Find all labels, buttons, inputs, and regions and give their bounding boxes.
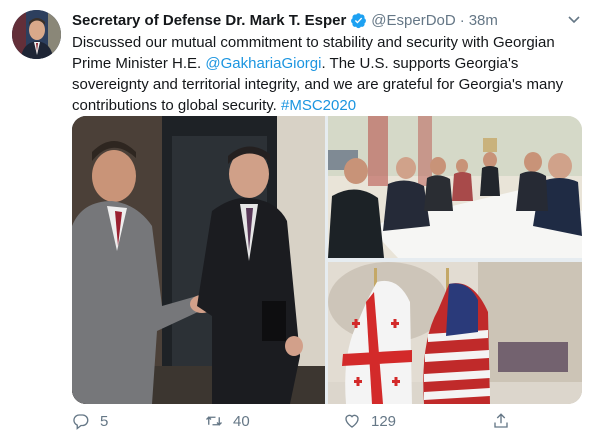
heart-icon <box>345 414 359 428</box>
like-button[interactable]: 129 <box>343 412 396 430</box>
reply-count: 5 <box>100 412 109 430</box>
like-count: 129 <box>371 412 397 430</box>
chevron-down-icon[interactable] <box>567 12 581 26</box>
tweet-text: Discussed our mutual commitment to stabi… <box>72 32 582 116</box>
tweet-header: Secretary of Defense Dr. Mark T. Esper @… <box>72 10 583 30</box>
photo-handshake[interactable] <box>72 116 325 404</box>
avatar[interactable] <box>12 10 61 59</box>
tweet-actions: 5 40 129 <box>72 412 582 432</box>
mention-link[interactable]: @GakhariaGiorgi <box>205 55 321 72</box>
retweet-button[interactable]: 40 <box>205 412 250 430</box>
reply-button[interactable]: 5 <box>72 412 108 430</box>
separator-dot: · <box>459 11 465 29</box>
retweet-icon <box>206 416 222 426</box>
share-icon <box>494 413 508 428</box>
author-name[interactable]: Secretary of Defense Dr. Mark T. Esper <box>72 12 346 29</box>
reply-icon <box>73 414 89 430</box>
timestamp[interactable]: 38m <box>469 12 498 29</box>
verified-badge-icon <box>350 12 367 29</box>
retweet-count: 40 <box>233 412 250 430</box>
share-button[interactable] <box>492 412 520 430</box>
hashtag-link[interactable]: #MSC2020 <box>281 97 356 114</box>
media-grid <box>72 116 582 404</box>
photo-flags[interactable] <box>328 262 582 404</box>
photo-meeting[interactable] <box>328 116 582 258</box>
author-handle[interactable]: @EsperDoD <box>371 12 455 29</box>
tweet[interactable]: Secretary of Defense Dr. Mark T. Esper @… <box>0 0 595 440</box>
